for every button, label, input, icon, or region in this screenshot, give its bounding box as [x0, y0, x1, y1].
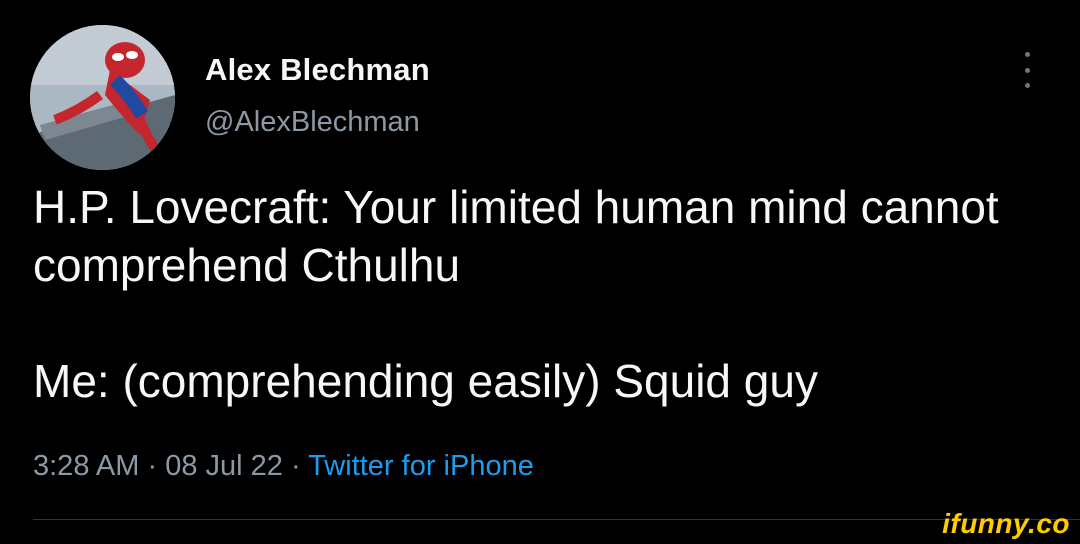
dot — [1024, 52, 1030, 57]
dot — [1024, 67, 1030, 73]
meta-separator: · — [290, 450, 301, 482]
dot — [1024, 83, 1030, 88]
spiderman-avatar-icon — [30, 25, 175, 170]
author-display-name[interactable]: Alex Blechman — [205, 52, 430, 88]
meta-separator: · — [147, 450, 158, 482]
tweet-text: H.P. Lovecraft: Your limited human mind … — [33, 178, 1033, 410]
more-options-icon[interactable] — [1014, 52, 1040, 88]
ifunny-watermark: ifunny.co — [942, 508, 1070, 539]
tweet-source-link[interactable]: Twitter for iPhone — [308, 450, 534, 482]
tweet-text-line: H.P. Lovecraft: Your limited human mind … — [33, 181, 999, 291]
tweet-meta: 3:28 AM · 08 Jul 22 · Twitter for iPhone — [33, 450, 534, 483]
tweet-time[interactable]: 3:28 AM — [33, 450, 139, 482]
avatar[interactable] — [30, 25, 175, 170]
tweet-text-line: Me: (comprehending easily) Squid guy — [33, 355, 818, 407]
divider — [33, 519, 1080, 520]
tweet-date[interactable]: 08 Jul 22 — [165, 450, 283, 482]
author-handle[interactable]: @AlexBlechman — [205, 106, 420, 139]
